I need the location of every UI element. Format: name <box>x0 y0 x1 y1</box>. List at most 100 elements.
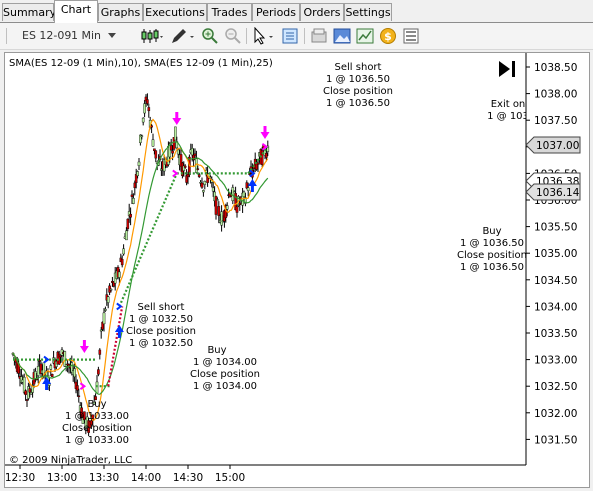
instrument-selector[interactable]: ES 12-09 <box>22 27 71 45</box>
candle-down <box>126 218 130 229</box>
svg-text:Close position: Close position <box>126 326 196 337</box>
pencil-icon[interactable] <box>170 27 194 45</box>
tab-trades[interactable]: Trades <box>207 3 252 21</box>
candle-up <box>176 149 180 155</box>
candle-down <box>98 349 102 355</box>
svg-text:Close position: Close position <box>457 250 527 261</box>
sell-arrow-icon <box>260 126 270 139</box>
svg-text:Close position: Close position <box>190 369 260 380</box>
svg-text:1 @ 1033.00: 1 @ 1033.00 <box>65 435 129 446</box>
candle-down <box>217 206 221 217</box>
time-axis: 12:30 13:00 13:30 14:00 14:30 15:00 <box>5 465 245 484</box>
candle-up <box>246 187 250 191</box>
tab-executions[interactable]: Executions <box>143 3 207 21</box>
annotation-sell-1: Sell short 1 @ 1032.50 Close position 1 … <box>126 302 196 349</box>
svg-text:1 @ 1036.50: 1 @ 1036.50 <box>460 238 524 249</box>
svg-text:1 @ 1036.50: 1 @ 1036.50 <box>326 74 390 85</box>
pointer-icon[interactable] <box>252 26 273 45</box>
tab-settings[interactable]: Settings <box>344 3 392 21</box>
svg-text:1 @ 1036.50: 1 @ 1036.50 <box>460 262 524 273</box>
candle-down <box>76 385 79 391</box>
trade-line <box>107 306 124 387</box>
svg-text:Buy: Buy <box>87 399 106 410</box>
candle-up <box>122 248 125 255</box>
time-tick-label: 14:00 <box>131 472 161 484</box>
tab-summary[interactable]: Summary <box>2 3 56 21</box>
candle-down <box>183 165 187 168</box>
svg-text:1 @ 1034.00: 1 @ 1034.00 <box>193 381 257 392</box>
sell-arrow-icon <box>79 340 89 353</box>
price-tick-label: 1038.00 <box>534 89 577 101</box>
toolbar-separator <box>304 28 305 44</box>
svg-text:Close position: Close position <box>62 423 132 434</box>
candle-up <box>106 296 110 303</box>
price-tick-label: 1037.50 <box>534 115 577 127</box>
price-chart[interactable]: SMA(ES 12-09 (1 Min),10), SMA(ES 12-09 (… <box>4 52 590 488</box>
properties-icon[interactable] <box>310 27 328 45</box>
candle-down <box>193 153 197 156</box>
marker-sma-25-price: 1036.14 <box>525 183 581 201</box>
tab-graphs[interactable]: Graphs <box>98 3 143 21</box>
svg-text:1 @ 103: 1 @ 103 <box>487 111 529 122</box>
svg-text:1 @ 1034.00: 1 @ 1034.00 <box>193 357 257 368</box>
chart-toolbar: ES 12-09 1 Min $ <box>0 23 593 50</box>
strategy-dollar-icon[interactable]: $ <box>379 27 397 45</box>
svg-text:Sell short: Sell short <box>138 302 185 313</box>
annotation-exit: Exit on 1 @ 103 <box>487 99 529 122</box>
svg-text:1036.14: 1036.14 <box>536 187 580 199</box>
order-list-icon[interactable] <box>402 27 420 45</box>
candle-down <box>50 374 54 377</box>
zoom-out-icon[interactable] <box>224 27 242 45</box>
candle-up <box>137 161 141 166</box>
svg-text:1 @ 1032.50: 1 @ 1032.50 <box>129 338 193 349</box>
data-box-icon[interactable] <box>281 27 299 45</box>
candle-down <box>129 213 132 218</box>
candle-down <box>120 259 124 266</box>
candle-down <box>147 107 151 112</box>
tab-periods[interactable]: Periods <box>252 3 300 21</box>
price-tick-label: 1034.50 <box>534 275 577 287</box>
zoom-in-icon[interactable] <box>201 27 219 45</box>
svg-text:Buy: Buy <box>207 345 226 356</box>
candle-down <box>256 162 260 165</box>
time-tick-label: 14:30 <box>173 472 203 484</box>
candle-up <box>151 139 155 147</box>
svg-text:1 @ 1032.50: 1 @ 1032.50 <box>129 314 193 325</box>
chart-canvas[interactable]: SMA(ES 12-09 (1 Min),10), SMA(ES 12-09 (… <box>5 53 589 487</box>
svg-text:1037.00: 1037.00 <box>536 140 579 152</box>
candlestick-icon[interactable] <box>141 27 163 45</box>
candle-down <box>235 206 239 213</box>
candle-up <box>140 135 144 138</box>
tab-chart[interactable]: Chart <box>54 0 98 23</box>
scroll-to-end-button[interactable] <box>493 58 517 80</box>
candle-up <box>118 271 121 278</box>
marker-exit-price: 1037.00 <box>525 136 581 154</box>
candle-up <box>211 187 215 192</box>
chart-image-icon[interactable] <box>333 27 351 45</box>
svg-text:Close position: Close position <box>323 86 393 97</box>
candle-up <box>95 381 99 394</box>
candle-up <box>102 312 106 325</box>
candle-up <box>132 198 135 204</box>
price-tick-label: 1032.00 <box>534 408 577 420</box>
price-tick-label: 1035.00 <box>534 248 577 260</box>
tab-orders[interactable]: Orders <box>300 3 344 21</box>
candle-down <box>238 202 242 206</box>
candle-up <box>203 180 207 185</box>
candle-up <box>242 191 246 197</box>
tab-bar: Summary Chart Graphs Executions Trades P… <box>0 0 593 23</box>
candle-down <box>133 182 137 188</box>
indicators-icon[interactable] <box>356 27 374 45</box>
price-axis: 1038.501038.001037.501037.001036.501036.… <box>526 62 577 446</box>
candle-up <box>73 368 76 378</box>
price-tick-label: 1035.50 <box>534 222 577 234</box>
chevron-down-icon <box>107 33 116 38</box>
candle-up <box>143 103 146 114</box>
candle-down <box>154 150 158 159</box>
candle-up <box>99 329 103 332</box>
candle-down <box>265 152 268 158</box>
interval-selector[interactable]: 1 Min <box>71 27 116 45</box>
svg-text:1 @ 1036.50: 1 @ 1036.50 <box>326 98 390 109</box>
trade-lines <box>13 146 269 388</box>
candle-up <box>34 371 37 380</box>
